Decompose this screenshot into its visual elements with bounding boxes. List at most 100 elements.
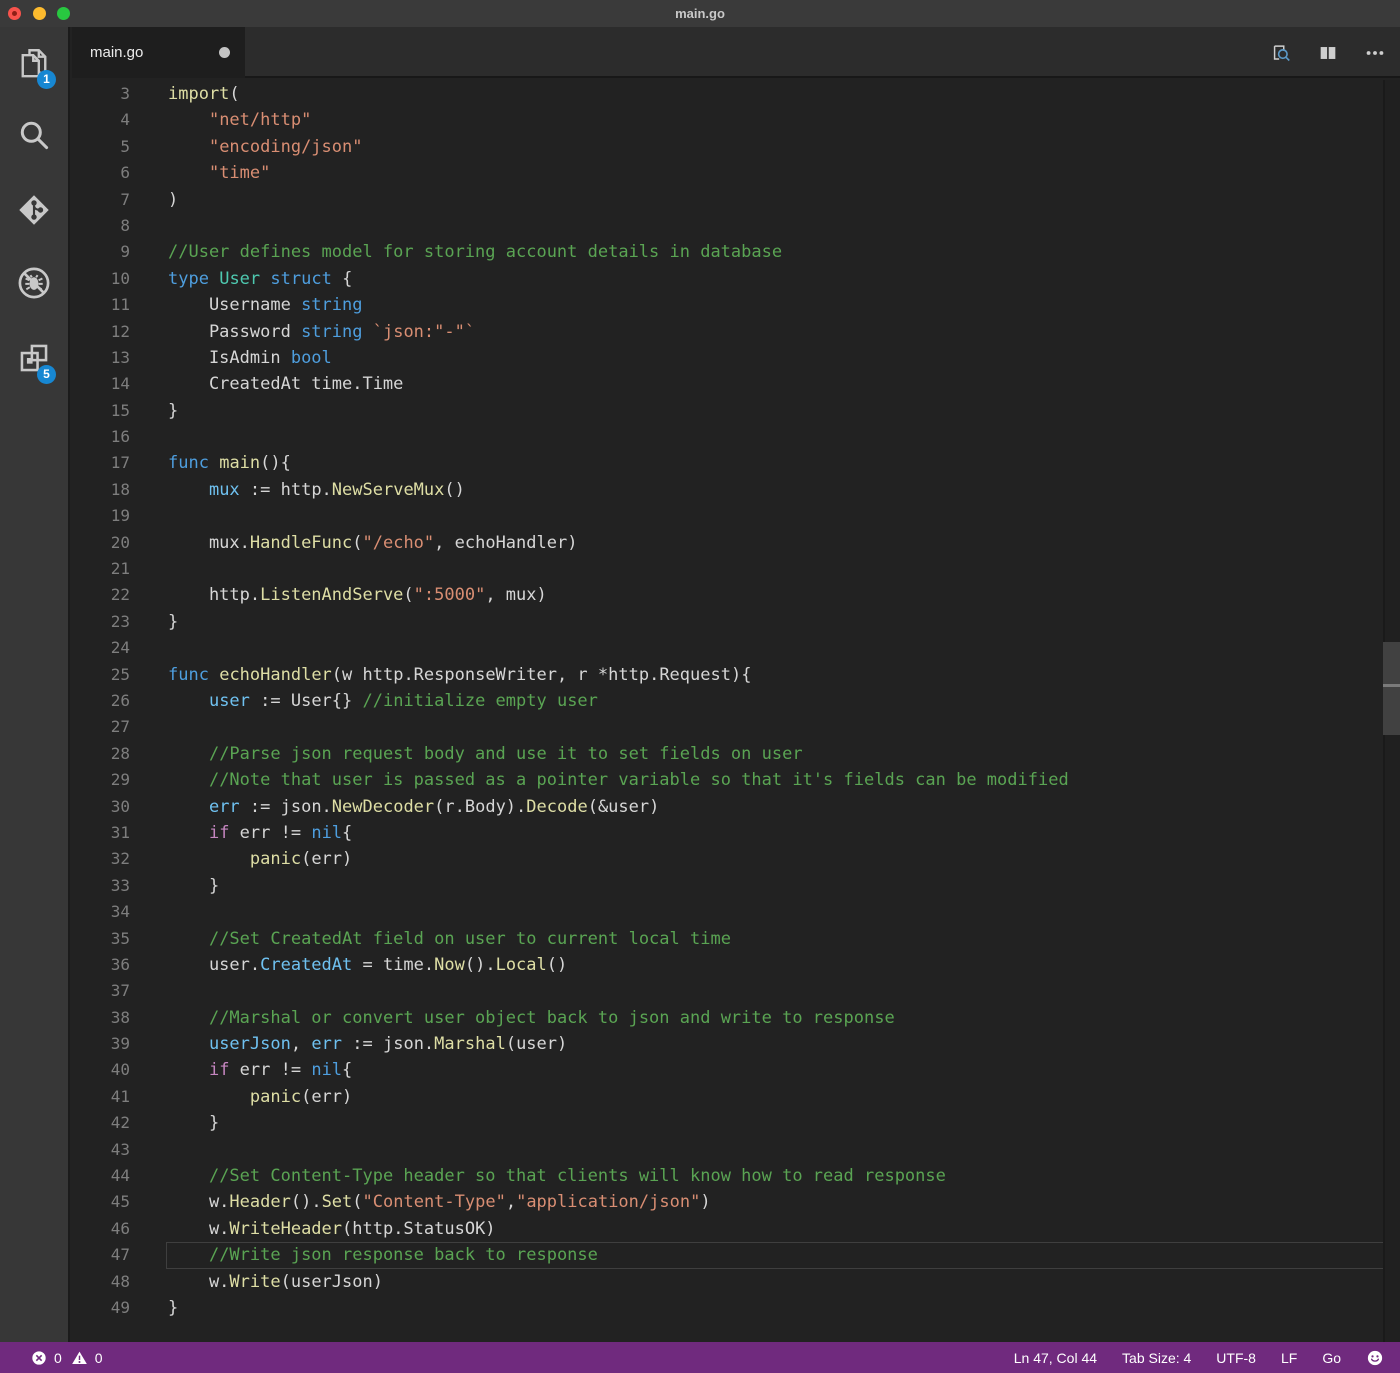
- scrollbar[interactable]: [1383, 80, 1400, 1342]
- code-line[interactable]: 36 user.CreatedAt = time.Now().Local(): [72, 952, 1400, 978]
- code-line[interactable]: 32 panic(err): [72, 846, 1400, 872]
- scrollbar-thumb[interactable]: [1383, 642, 1400, 735]
- code-text: [166, 556, 1400, 582]
- more-actions-icon[interactable]: [1364, 42, 1386, 64]
- encoding-indicator[interactable]: UTF-8: [1216, 1350, 1256, 1366]
- code-line[interactable]: 5 "encoding/json": [72, 134, 1400, 160]
- code-line[interactable]: 41 panic(err): [72, 1084, 1400, 1110]
- sidebar-item-source-control[interactable]: [0, 186, 68, 234]
- code-text: "time": [166, 160, 1400, 186]
- code-text: mux := http.NewServeMux(): [166, 477, 1400, 503]
- code-text: if err != nil{: [166, 820, 1400, 846]
- code-text: //Note that user is passed as a pointer …: [166, 767, 1400, 793]
- code-line[interactable]: 44 //Set Content-Type header so that cli…: [72, 1163, 1400, 1189]
- code-line[interactable]: 19: [72, 503, 1400, 529]
- line-number: 43: [72, 1137, 130, 1163]
- sidebar-item-debug[interactable]: [0, 259, 68, 307]
- code-line[interactable]: 45 w.Header().Set("Content-Type","applic…: [72, 1189, 1400, 1215]
- overview-ruler-cursor-mark: [1383, 684, 1400, 687]
- code-line[interactable]: 17func main(){: [72, 450, 1400, 476]
- line-number: 4: [72, 107, 130, 133]
- feedback-smiley[interactable]: [1366, 1349, 1384, 1367]
- code-line[interactable]: 46 w.WriteHeader(http.StatusOK): [72, 1216, 1400, 1242]
- code-line[interactable]: 21: [72, 556, 1400, 582]
- code-line-current[interactable]: 47 //Write json response back to respons…: [72, 1242, 1400, 1268]
- code-line[interactable]: 24: [72, 635, 1400, 661]
- line-number: 42: [72, 1110, 130, 1136]
- search-icon: [16, 117, 52, 153]
- code-text: if err != nil{: [166, 1057, 1400, 1083]
- language-mode[interactable]: Go: [1322, 1350, 1341, 1366]
- code-line[interactable]: 49}: [72, 1295, 1400, 1321]
- code-line[interactable]: 25func echoHandler(w http.ResponseWriter…: [72, 662, 1400, 688]
- code-line[interactable]: 40 if err != nil{: [72, 1057, 1400, 1083]
- code-line[interactable]: 18 mux := http.NewServeMux(): [72, 477, 1400, 503]
- code-line[interactable]: 11 Username string: [72, 292, 1400, 318]
- split-editor-icon[interactable]: [1317, 42, 1339, 64]
- line-number: 20: [72, 530, 130, 556]
- sidebar-item-explorer[interactable]: 1: [0, 39, 68, 87]
- code-line[interactable]: 3import(: [72, 81, 1400, 107]
- code-line[interactable]: 42 }: [72, 1110, 1400, 1136]
- line-number: 37: [72, 978, 130, 1004]
- code-line[interactable]: 38 //Marshal or convert user object back…: [72, 1005, 1400, 1031]
- code-line[interactable]: 20 mux.HandleFunc("/echo", echoHandler): [72, 530, 1400, 556]
- eol-indicator[interactable]: LF: [1281, 1350, 1297, 1366]
- line-number: 46: [72, 1216, 130, 1242]
- code-text: [166, 978, 1400, 1004]
- line-number: 39: [72, 1031, 130, 1057]
- line-number: 18: [72, 477, 130, 503]
- line-number: 31: [72, 820, 130, 846]
- code-line[interactable]: 7): [72, 187, 1400, 213]
- code-line[interactable]: 30 err := json.NewDecoder(r.Body).Decode…: [72, 794, 1400, 820]
- code-line[interactable]: 9//User defines model for storing accoun…: [72, 239, 1400, 265]
- modified-dot-icon[interactable]: [219, 47, 230, 58]
- code-text: [166, 424, 1400, 450]
- code-text: func main(){: [166, 450, 1400, 476]
- line-number: 34: [72, 899, 130, 925]
- code-line[interactable]: 15}: [72, 398, 1400, 424]
- line-number: 14: [72, 371, 130, 397]
- code-line[interactable]: 8: [72, 213, 1400, 239]
- code-line[interactable]: 43: [72, 1137, 1400, 1163]
- warning-icon: [71, 1350, 88, 1366]
- code-line[interactable]: 28 //Parse json request body and use it …: [72, 741, 1400, 767]
- code-text: //Write json response back to response: [166, 1242, 1400, 1268]
- code-line[interactable]: 16: [72, 424, 1400, 450]
- tab-size-indicator[interactable]: Tab Size: 4: [1122, 1350, 1191, 1366]
- code-line[interactable]: 35 //Set CreatedAt field on user to curr…: [72, 926, 1400, 952]
- code-line[interactable]: 23}: [72, 609, 1400, 635]
- code-line[interactable]: 4 "net/http": [72, 107, 1400, 133]
- code-line[interactable]: 27: [72, 714, 1400, 740]
- tab-main-go[interactable]: main.go: [72, 27, 245, 78]
- code-line[interactable]: 14 CreatedAt time.Time: [72, 371, 1400, 397]
- sidebar-item-search[interactable]: [0, 111, 68, 159]
- code-line[interactable]: 31 if err != nil{: [72, 820, 1400, 846]
- code-line[interactable]: 29 //Note that user is passed as a point…: [72, 767, 1400, 793]
- code-line[interactable]: 13 IsAdmin bool: [72, 345, 1400, 371]
- problems-warnings[interactable]: 0: [71, 1350, 103, 1366]
- line-number: 12: [72, 319, 130, 345]
- code-line[interactable]: 48 w.Write(userJson): [72, 1269, 1400, 1295]
- code-line[interactable]: 39 userJson, err := json.Marshal(user): [72, 1031, 1400, 1057]
- code-line[interactable]: 34: [72, 899, 1400, 925]
- titlebar: main.go: [0, 0, 1400, 27]
- open-changes-icon[interactable]: [1270, 42, 1292, 64]
- status-left: 0 0: [0, 1350, 103, 1366]
- code-editor[interactable]: 3import(4 "net/http"5 "encoding/json"6 "…: [72, 80, 1400, 1342]
- code-line[interactable]: 10type User struct {: [72, 266, 1400, 292]
- problems-errors[interactable]: 0: [31, 1350, 62, 1366]
- code-line[interactable]: 33 }: [72, 873, 1400, 899]
- line-number: 22: [72, 582, 130, 608]
- line-number: 6: [72, 160, 130, 186]
- cursor-position[interactable]: Ln 47, Col 44: [1014, 1350, 1097, 1366]
- line-number: 21: [72, 556, 130, 582]
- line-number: 44: [72, 1163, 130, 1189]
- code-line[interactable]: 26 user := User{} //initialize empty use…: [72, 688, 1400, 714]
- activity-bar: 1: [0, 27, 70, 1342]
- code-line[interactable]: 22 http.ListenAndServe(":5000", mux): [72, 582, 1400, 608]
- sidebar-item-extensions[interactable]: 5: [0, 334, 68, 382]
- code-line[interactable]: 12 Password string `json:"-"`: [72, 319, 1400, 345]
- code-line[interactable]: 6 "time": [72, 160, 1400, 186]
- code-line[interactable]: 37: [72, 978, 1400, 1004]
